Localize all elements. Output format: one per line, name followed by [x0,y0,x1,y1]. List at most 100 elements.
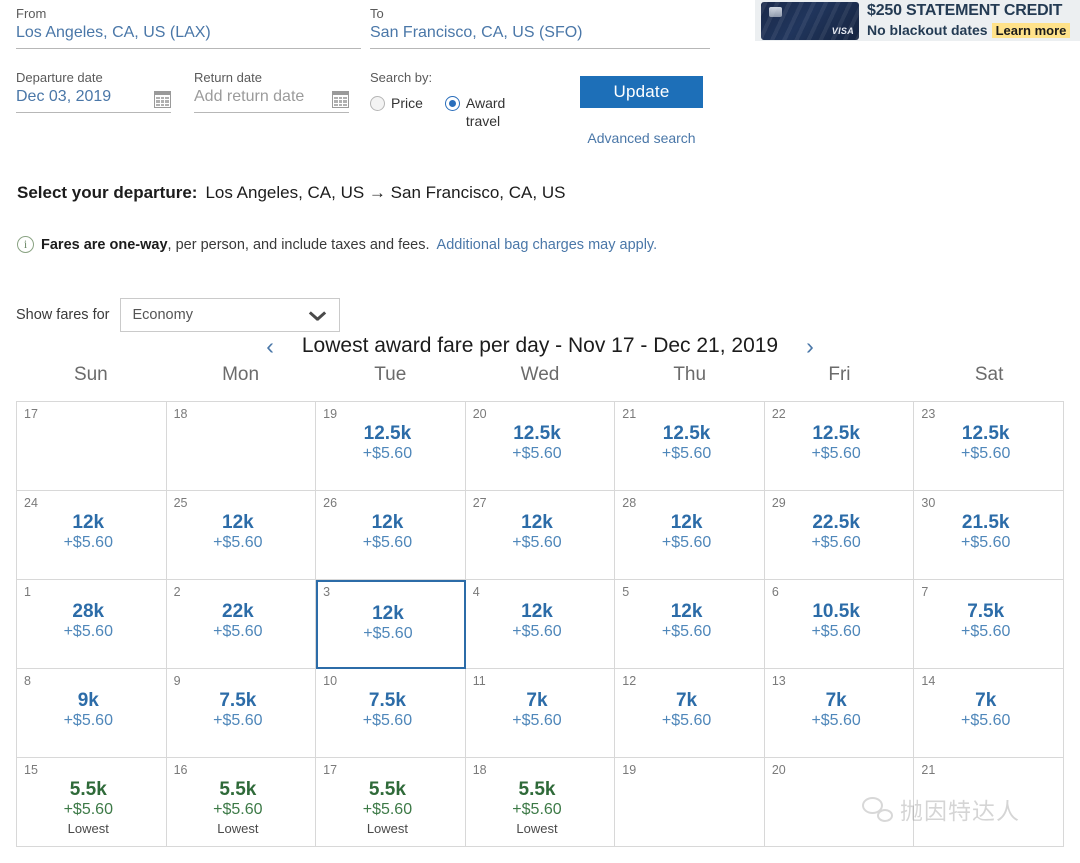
search-by-group: Search by: Price Award travel [370,70,570,130]
weekday-mon: Mon [222,364,260,385]
ad-subline-row: No blackout dates Learn more [867,22,1071,39]
calendar-cell[interactable]: 9 7.5k +$5.60 [166,669,317,758]
show-fares-label: Show fares for [16,307,110,323]
calendar-cell[interactable]: 11 7k +$5.60 [465,669,616,758]
calendar-cell[interactable]: 4 12k +$5.60 [465,580,616,669]
fare-miles: 7k [526,690,548,711]
calendar-icon[interactable] [154,91,171,108]
return-date-field[interactable]: Return date Add return date [194,70,349,113]
calendar-cell[interactable]: 19 12.5k +$5.60 [316,402,466,491]
calendar-cell[interactable]: 7 7.5k +$5.60 [914,580,1064,669]
credit-card-ad-banner[interactable]: VISA $250 STATEMENT CREDIT No blackout d… [755,0,1080,41]
fare-block: 28k +$5.60 [24,601,153,642]
calendar-cell[interactable]: 2 22k +$5.60 [166,580,317,669]
fare-tax: +$5.60 [512,623,562,641]
fare-block: 12.5k +$5.60 [921,423,1050,464]
calendar-cell[interactable]: 10 7.5k +$5.60 [316,669,466,758]
calendar-cell[interactable]: 24 12k +$5.60 [17,491,167,580]
fare-block: 5.5k +$5.60 Lowest [24,779,153,837]
to-value[interactable]: San Francisco, CA, US (SFO) [370,22,710,48]
bag-charges-link[interactable]: Additional bag charges may apply. [437,237,658,253]
radio-price[interactable]: Price [370,94,423,130]
next-week-arrow[interactable]: › [806,334,814,358]
radio-price-dot[interactable] [370,96,385,111]
calendar-cell[interactable]: 15 5.5k +$5.60 Lowest [17,758,167,847]
calendar-cell[interactable]: 8 9k +$5.60 [17,669,167,758]
prev-week-arrow[interactable]: ‹ [266,334,274,358]
fare-tax: +$5.60 [213,534,263,552]
day-number: 5 [622,585,630,599]
calendar-cell[interactable]: 18 5.5k +$5.60 Lowest [465,758,616,847]
advanced-search-link[interactable]: Advanced search [580,130,703,146]
ad-learn-more-link[interactable]: Learn more [991,23,1071,39]
calendar-cell[interactable]: 17 5.5k +$5.60 Lowest [316,758,466,847]
calendar-cell[interactable]: 12 7k +$5.60 [615,669,765,758]
lowest-badge: Lowest [217,821,259,837]
weekday-sun: Sun [73,364,108,385]
from-field[interactable]: From Los Angeles, CA, US (LAX) [16,6,361,49]
departure-date-field[interactable]: Departure date Dec 03, 2019 [16,70,171,113]
calendar-cell[interactable]: 26 12k +$5.60 [316,491,466,580]
calendar-cell[interactable]: 23 12.5k +$5.60 [914,402,1064,491]
calendar-cell[interactable]: 25 12k +$5.60 [166,491,317,580]
departure-date-value[interactable]: Dec 03, 2019 [16,86,111,112]
calendar-cell[interactable]: 20 12.5k +$5.60 [465,402,616,491]
calendar-cell[interactable]: 14 7k +$5.60 [914,669,1064,758]
fare-block: 5.5k +$5.60 Lowest [174,779,303,837]
radio-award-travel-label: Award travel [465,95,506,129]
fare-tax: +$5.60 [811,445,861,463]
day-number: 6 [771,585,779,599]
search-by-label: Search by: [370,70,433,85]
calendar-cell[interactable]: 21 12.5k +$5.60 [615,402,765,491]
fare-miles: 7k [825,690,847,711]
fare-tax: +$5.60 [512,712,562,730]
fare-miles: 12k [72,512,105,533]
weekday-fri: Fri [828,364,851,385]
day-number: 21 [622,407,637,421]
day-number: 3 [323,585,331,599]
radio-award-travel[interactable]: Award travel [444,94,532,130]
award-calendar-page: From Los Angeles, CA, US (LAX) To San Fr… [0,0,1080,863]
calendar-cell[interactable]: 6 10.5k +$5.60 [764,580,915,669]
departure-date-label: Departure date [16,70,103,85]
calendar-cell[interactable]: 27 12k +$5.60 [465,491,616,580]
lowest-badge: Lowest [366,821,409,837]
radio-award-travel-dot[interactable] [444,96,460,111]
to-field[interactable]: To San Francisco, CA, US (SFO) [370,6,710,49]
fare-tax: +$5.60 [213,623,263,641]
from-value[interactable]: Los Angeles, CA, US (LAX) [16,22,361,48]
calendar-cell[interactable]: 13 7k +$5.60 [764,669,915,758]
calendar-cell[interactable]: 1 28k +$5.60 [17,580,167,669]
calendar-cell[interactable]: 30 21.5k +$5.60 [914,491,1064,580]
fare-miles: 12k [670,601,703,622]
calendar-cell[interactable]: 5 12k +$5.60 [615,580,765,669]
calendar-cell[interactable]: 29 22.5k +$5.60 [764,491,915,580]
return-date-value[interactable]: Add return date [194,86,304,112]
calendar-cell[interactable]: 3 12k +$5.60 [316,580,466,669]
day-number: 18 [173,407,188,421]
from-underline [16,48,361,49]
calendar-cell[interactable]: 22 12.5k +$5.60 [764,402,915,491]
fare-tax: +$5.60 [362,801,413,819]
cabin-class-select[interactable]: Economy [119,298,340,332]
calendar-cell[interactable]: 28 12k +$5.60 [615,491,765,580]
route-text: Los Angeles, CA, US → San Francisco, CA,… [205,183,566,202]
calendar-cell[interactable]: 16 5.5k +$5.60 Lowest [166,758,317,847]
fare-tax: +$5.60 [213,712,263,730]
fare-tax: +$5.60 [63,623,113,641]
calendar-icon[interactable] [332,91,349,108]
fare-miles: 21.5k [961,512,1010,533]
update-button[interactable]: Update [580,76,703,108]
ad-subline: No blackout dates [867,22,988,39]
day-number: 8 [24,674,31,688]
select-departure-heading: Select your departure: [17,183,198,202]
fare-tax: +$5.60 [512,534,562,552]
fare-tax: +$5.60 [661,623,712,641]
fare-tax: +$5.60 [512,801,562,819]
fare-block: 7k +$5.60 [921,690,1050,731]
weekday-header-row: Sun Mon Tue Wed Thu Fri Sat [16,364,1064,386]
fare-miles: 12.5k [812,423,860,444]
fare-block: 22.5k +$5.60 [772,512,901,553]
fare-miles: 12.5k [513,423,561,444]
day-number: 12 [622,674,637,688]
